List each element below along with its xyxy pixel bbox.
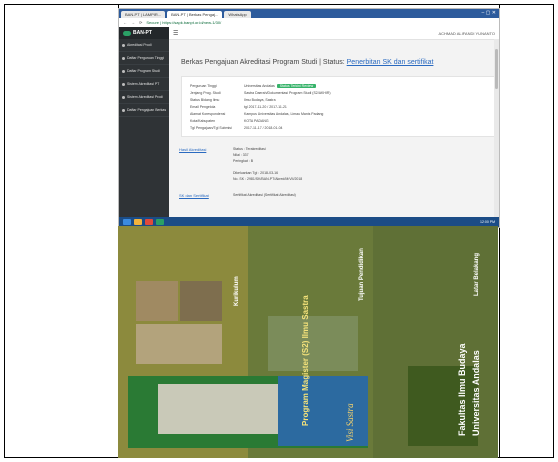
brochure-text-7: Kurikulum xyxy=(234,276,240,306)
detail-value: KOTA PADANG xyxy=(244,118,269,123)
sk-heading[interactable]: SK dan Sertifikat xyxy=(179,193,233,198)
sidebar-item-label: Sistem Akreditasi Prodi xyxy=(127,95,163,99)
back-icon[interactable]: ← xyxy=(123,20,127,25)
folder-icon[interactable] xyxy=(134,219,142,225)
detail-key: Email Pengelola xyxy=(190,104,216,109)
main-content: Berkas Pengajuan Akreditasi Program Stud… xyxy=(169,39,499,227)
scrollbar-thumb[interactable] xyxy=(495,49,498,89)
sidebar-item-1[interactable]: Akreditasi Prodi xyxy=(119,39,169,52)
browser-icon[interactable] xyxy=(145,219,153,225)
browser-tab-2[interactable]: BAN-PT | Berkas Pengaj... xyxy=(167,11,223,18)
brochure-text-1: Program Magister (S2) Ilmu Sastra xyxy=(301,295,310,426)
browser-tab-3[interactable]: WhatsApp xyxy=(224,11,251,18)
reload-icon[interactable]: ⟳ xyxy=(139,20,142,25)
detail-row: Status Bidang Ilmu Ilmu Budaya, Sastra xyxy=(190,96,490,103)
browser-tab-strip: BAN-PT | LAMPIR... BAN-PT | Berkas Penga… xyxy=(119,9,499,18)
detail-key: Perguruan Tinggi xyxy=(190,83,217,88)
sidebar-item-label: Daftar Perguruan Tinggi xyxy=(127,56,165,60)
sidebar-item-label: Daftar Pengajuan Berkas xyxy=(127,108,167,112)
sidebar-bullet-icon xyxy=(122,82,125,86)
brand[interactable]: BAN-PT xyxy=(119,27,169,39)
accreditation-screenshot: BAN-PT | LAMPIR... BAN-PT | Berkas Penga… xyxy=(118,8,500,228)
detail-key: Kota/Kabupaten xyxy=(190,118,216,123)
detail-row: Kota/Kabupaten KOTA PADANG xyxy=(190,117,490,124)
forward-icon[interactable]: → xyxy=(131,20,135,25)
detail-value: tgl 2017-11-20 / 2017-11-21 xyxy=(244,104,287,109)
sidebar-bullet-icon xyxy=(122,95,125,99)
sidebar-bullet-icon xyxy=(122,56,125,60)
detail-row: Perguruan Tinggi Universitas Andalas Statu… xyxy=(190,82,490,89)
browser-tab-1[interactable]: BAN-PT | LAMPIR... xyxy=(121,11,166,18)
detail-key: Status Bidang Ilmu xyxy=(190,97,220,102)
detail-value: Universitas Andalas Status Terkini Review xyxy=(244,83,490,88)
scrollbar[interactable] xyxy=(494,39,499,227)
brochure-text-6: Latar Belakang xyxy=(474,253,480,296)
result-section: Hasil Akreditasi Status : Terakreditasi … xyxy=(179,147,489,183)
brochure-text-3: Universitas Andalas xyxy=(471,350,481,436)
brochure-text-4: Visi Sastra xyxy=(345,403,355,442)
url-text[interactable]: Secure | https://sapk.banpt.or.id/new-1/… xyxy=(146,20,221,25)
sidebar-bullet-icon xyxy=(122,43,125,47)
brand-name: BAN-PT xyxy=(133,30,152,36)
page-title-separator: | Status: xyxy=(317,59,347,66)
detail-key: Tgl Pengajuan/Tgl Submisi xyxy=(190,125,232,130)
detail-card: Perguruan Tinggi Universitas Andalas Statu… xyxy=(181,76,499,137)
window-controls[interactable]: – ▢ ✕ xyxy=(482,9,499,18)
detail-key: Alamat Korespondensi xyxy=(190,111,226,116)
detail-key: Jenjang Prog. Studi xyxy=(190,90,221,95)
brochure-text-5: Tujuan Pendidikan xyxy=(359,248,365,301)
menu-icon[interactable]: ☰ xyxy=(173,30,178,37)
detail-row: Email Pengelola tgl 2017-11-20 / 2017-11-… xyxy=(190,103,490,110)
sk-section: SK dan Sertifikat Sertifikat Akreditasi … xyxy=(179,193,489,198)
detail-value: 2017-11-17 / 2018-01-04 xyxy=(244,125,283,130)
detail-value: Sastra Daerah/Dokumentasi Program Studi … xyxy=(244,90,331,95)
sidebar-bullet-icon xyxy=(122,108,125,112)
detail-row: Jenjang Prog. Studi Sastra Daerah/Dokumen… xyxy=(190,89,490,96)
sidebar-item-5[interactable]: Sistem Akreditasi Prodi xyxy=(119,91,169,104)
detail-row: Alamat Korespondensi Kampus Universitas A… xyxy=(190,110,490,117)
start-icon[interactable] xyxy=(123,219,131,225)
sidebar: BAN-PT Akreditasi Prodi Daftar Perguruan… xyxy=(119,27,169,227)
detail-value-text: Universitas Andalas xyxy=(244,83,275,88)
user-menu[interactable]: ACHMAD ALIFANDI YUNANTO xyxy=(438,31,495,36)
result-line: No. SK : 2981/SK/BAN-PT/Akred/M/VII/2018 xyxy=(233,177,303,181)
sidebar-item-label: Akreditasi Prodi xyxy=(127,43,152,47)
status-link[interactable]: Penerbitan SK dan sertifikat xyxy=(347,59,434,66)
brochure-text-2: Fakultas Ilmu Budaya xyxy=(457,342,467,436)
status-badge: Status Terkini Review xyxy=(276,83,317,88)
brochure-photo: Program Magister (S2) Ilmu Sastra Fakult… xyxy=(118,226,498,458)
sidebar-item-6[interactable]: Daftar Pengajuan Berkas xyxy=(119,104,169,117)
whatsapp-icon[interactable] xyxy=(156,219,164,225)
sidebar-item-label: Daftar Program Studi xyxy=(127,69,160,73)
banpt-logo-icon xyxy=(123,30,131,36)
detail-value: Kampus Universitas Andalas, Limau Manis … xyxy=(244,111,324,116)
detail-value: Ilmu Budaya, Sastra xyxy=(244,97,276,102)
sidebar-item-2[interactable]: Daftar Perguruan Tinggi xyxy=(119,52,169,65)
result-values: Status : Terakreditasi Nilai : 337 Perin… xyxy=(233,147,302,183)
detail-row: Tgl Pengajuan/Tgl Submisi 2017-11-17 / 20… xyxy=(190,124,490,131)
sk-text: Sertifikat Akreditasi (Sertifikat Akredi… xyxy=(233,193,296,197)
page-title-text: Berkas Pengajuan Akreditasi Program Stud… xyxy=(181,59,318,66)
sidebar-item-3[interactable]: Daftar Program Studi xyxy=(119,65,169,78)
sidebar-bullet-icon xyxy=(122,69,125,73)
sidebar-item-4[interactable]: Sistem Akreditasi PT xyxy=(119,78,169,91)
app-area: BAN-PT Akreditasi Prodi Daftar Perguruan… xyxy=(119,27,499,227)
clock: 12:00 PM xyxy=(480,220,495,224)
sidebar-item-label: Sistem Akreditasi PT xyxy=(127,82,160,86)
result-heading[interactable]: Hasil Akreditasi xyxy=(179,147,233,183)
page-title: Berkas Pengajuan Akreditasi Program Stud… xyxy=(181,59,489,66)
brochure-illustration: Program Magister (S2) Ilmu Sastra Fakult… xyxy=(118,226,498,458)
